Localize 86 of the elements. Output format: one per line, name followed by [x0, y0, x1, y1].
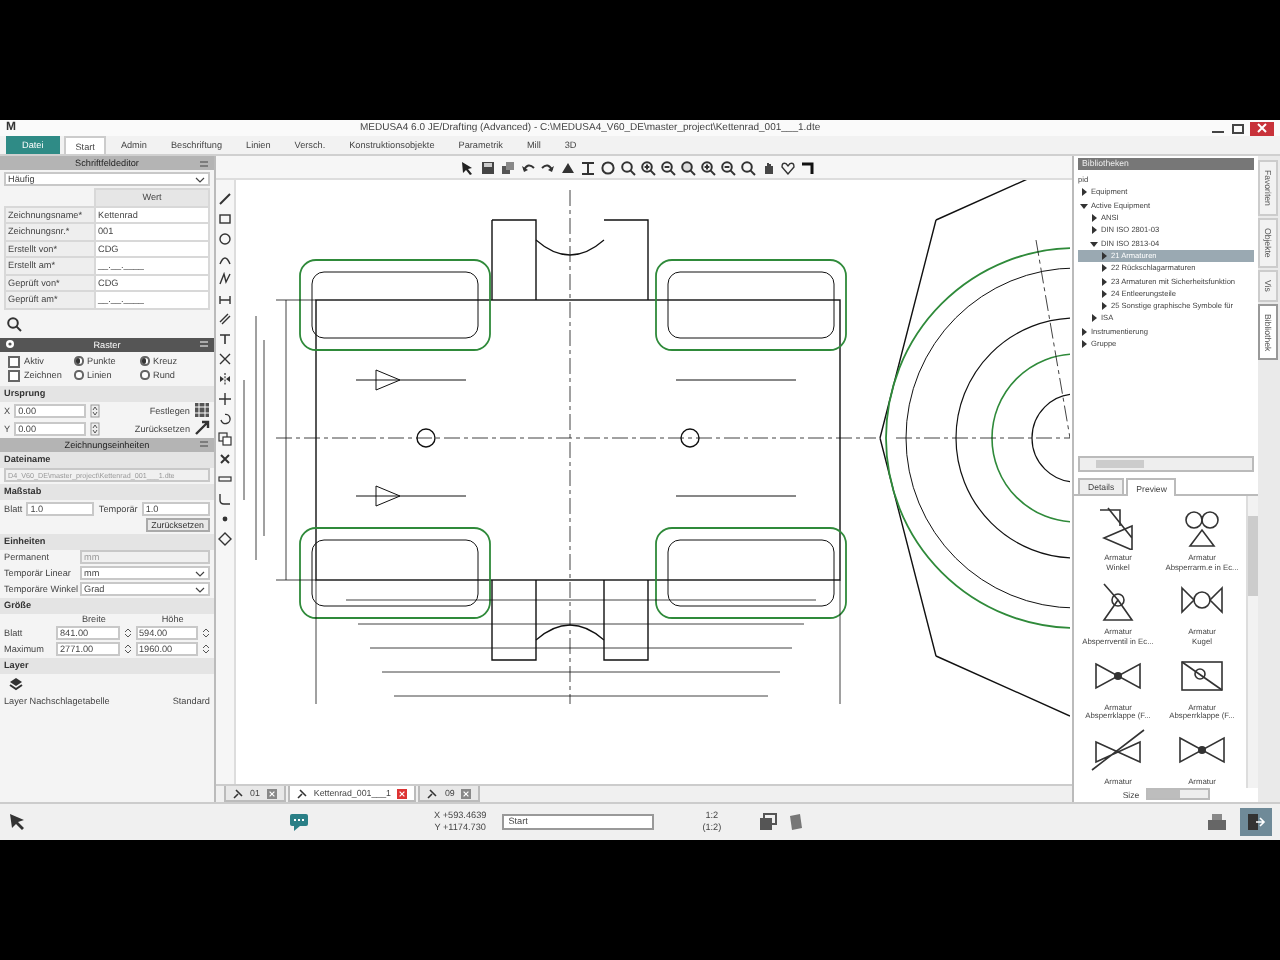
collapse-arrow-icon[interactable]: [1080, 201, 1088, 210]
exit-icon[interactable]: [1246, 812, 1266, 832]
zoom-in-icon[interactable]: [700, 159, 716, 175]
arrows-icon[interactable]: [194, 420, 210, 436]
expand-arrow-icon[interactable]: [1090, 214, 1098, 223]
dimension-tool-icon[interactable]: [218, 292, 232, 306]
expand-arrow-icon[interactable]: [1080, 340, 1088, 348]
spinner-icon[interactable]: [90, 403, 101, 417]
layer-stack-icon[interactable]: [8, 675, 24, 691]
radio-button[interactable]: [74, 356, 83, 366]
trim-tool-icon[interactable]: [218, 352, 232, 366]
maximize-icon[interactable]: [1230, 121, 1246, 135]
spinner-icon[interactable]: [123, 642, 131, 656]
rectangle-tool-icon[interactable]: [218, 212, 232, 226]
arc-tool-icon[interactable]: [218, 252, 232, 266]
expand-arrow-icon[interactable]: [1100, 277, 1108, 286]
layers-icon[interactable]: [500, 159, 516, 175]
spinner-icon[interactable]: [202, 642, 210, 656]
spinner-icon[interactable]: [123, 626, 131, 640]
document-icon[interactable]: [785, 812, 806, 832]
move-tool-icon[interactable]: [218, 392, 232, 406]
collapse-arrow-icon[interactable]: [1090, 239, 1098, 248]
rotate-tool-icon[interactable]: [218, 412, 232, 426]
close-icon[interactable]: [396, 787, 409, 799]
vertical-scrollbar[interactable]: [1246, 496, 1258, 788]
symbol-tool-icon[interactable]: [218, 532, 232, 546]
circle-icon[interactable]: [600, 159, 616, 175]
spinner-icon[interactable]: [202, 626, 210, 640]
triangle-icon[interactable]: [560, 159, 576, 175]
pointer-icon[interactable]: [8, 812, 28, 832]
expand-arrow-icon[interactable]: [1100, 289, 1108, 298]
expand-arrow-icon[interactable]: [1080, 188, 1088, 197]
text-tool-icon[interactable]: [218, 332, 232, 346]
corner-icon[interactable]: [800, 159, 816, 175]
copy-tool-icon[interactable]: [218, 432, 232, 446]
delete-tool-icon[interactable]: [218, 452, 232, 466]
save-icon[interactable]: [480, 159, 496, 175]
pin-icon[interactable]: [426, 787, 439, 799]
exit-button[interactable]: [1240, 808, 1272, 836]
checkbox[interactable]: [8, 355, 20, 367]
chat-icon[interactable]: [288, 812, 310, 832]
search-icon[interactable]: [6, 315, 22, 331]
expand-arrow-icon[interactable]: [1080, 327, 1088, 336]
expand-arrow-icon[interactable]: [1090, 226, 1098, 235]
pin-icon[interactable]: [295, 787, 308, 799]
close-icon[interactable]: [265, 787, 278, 799]
radio-button[interactable]: [74, 370, 83, 380]
mirror-tool-icon[interactable]: [218, 372, 232, 386]
expand-arrow-icon[interactable]: [1100, 251, 1108, 260]
zoom-out-icon[interactable]: [660, 159, 676, 175]
hatch-tool-icon[interactable]: [218, 312, 232, 326]
expand-arrow-icon[interactable]: [1100, 264, 1108, 273]
valve-symbol-icon[interactable]: [1088, 726, 1148, 775]
search-icon[interactable]: [740, 159, 756, 175]
zoom-out-icon[interactable]: [720, 159, 736, 175]
circle-tool-icon[interactable]: [218, 232, 232, 246]
redo-icon[interactable]: [540, 159, 556, 175]
checkbox[interactable]: [8, 369, 20, 381]
grid-icon[interactable]: [194, 402, 210, 418]
horizontal-scrollbar[interactable]: [1078, 456, 1254, 472]
pin-icon[interactable]: [232, 787, 244, 799]
size-slider[interactable]: [1145, 788, 1210, 800]
dropdown-caret-icon[interactable]: [194, 173, 206, 185]
polyline-tool-icon[interactable]: [218, 272, 232, 286]
expand-arrow-icon[interactable]: [1100, 302, 1108, 311]
close-icon[interactable]: [1256, 122, 1268, 134]
text-icon[interactable]: [580, 159, 596, 175]
undo-icon[interactable]: [520, 159, 536, 175]
fillet-tool-icon[interactable]: [218, 492, 232, 506]
close-icon[interactable]: [460, 787, 473, 799]
expand-arrow-icon[interactable]: [1090, 314, 1098, 323]
window-icon[interactable]: [757, 812, 778, 832]
pointer-icon[interactable]: [460, 159, 476, 175]
printer-icon[interactable]: [1206, 812, 1228, 832]
spinner-icon[interactable]: [90, 421, 101, 435]
line-tool-icon[interactable]: [218, 192, 232, 206]
point-tool-icon[interactable]: [218, 512, 232, 526]
heart-icon[interactable]: [780, 159, 796, 175]
close-button[interactable]: [1250, 121, 1274, 135]
search-icon[interactable]: [620, 159, 636, 175]
radio-button[interactable]: [140, 370, 149, 380]
radio-button[interactable]: [140, 356, 149, 366]
measure-tool-icon[interactable]: [218, 472, 232, 486]
zoom-window-icon[interactable]: [680, 159, 696, 175]
gear-icon[interactable]: [4, 338, 16, 350]
zoom-in-icon[interactable]: [640, 159, 656, 175]
